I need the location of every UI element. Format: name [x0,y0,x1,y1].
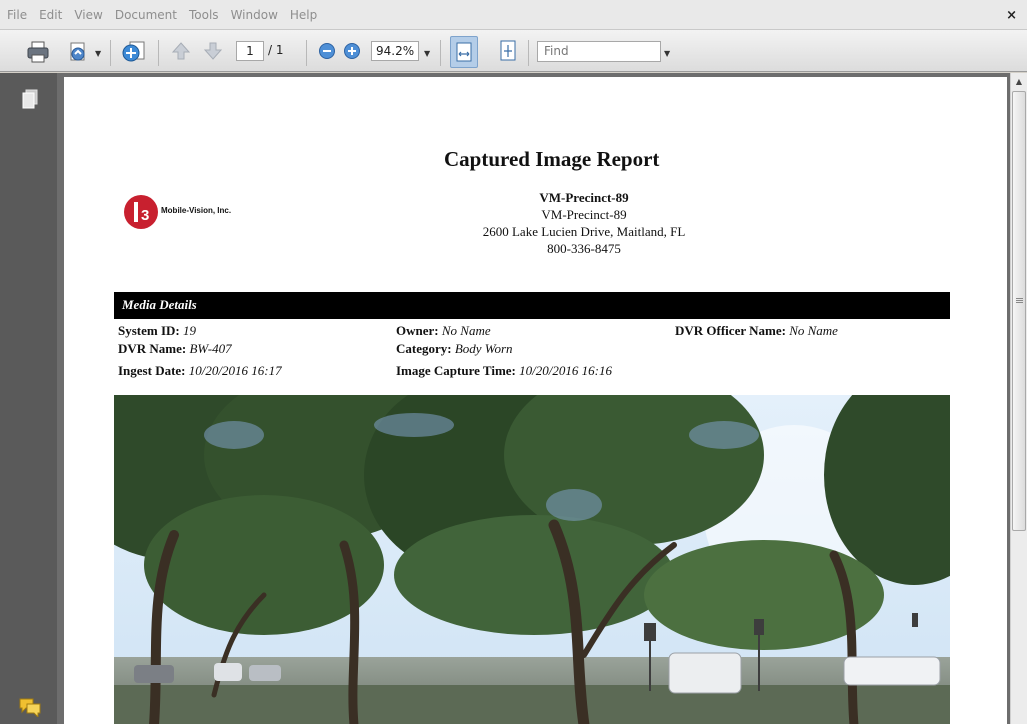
field-label: Ingest Date: [118,363,186,378]
vertical-scrollbar[interactable]: ▲ [1010,73,1027,724]
menu-bar: File Edit View Document Tools Window Hel… [0,0,1027,30]
agency-phone: 800-336-8475 [547,241,621,256]
agency-name: VM-Precinct-89 [539,190,629,205]
l3-logo-icon: 3 [124,195,158,229]
menu-tools[interactable]: Tools [189,8,219,22]
agency-address: 2600 Lake Lucien Drive, Maitland, FL [482,224,686,239]
zoom-in-icon[interactable] [343,42,361,60]
menu-view[interactable]: View [74,8,102,22]
field-value: Body Worn [454,341,513,356]
close-icon[interactable]: × [1006,8,1017,23]
toolbar-divider [110,40,111,66]
grip-icon [1016,298,1023,299]
previous-page-icon[interactable] [170,40,192,62]
pdf-page: 3 Mobile-Vision, Inc. Captured Image Rep… [64,77,1007,724]
find-input[interactable]: Find [537,41,661,62]
chevron-down-icon[interactable]: ▼ [664,49,670,58]
ingest-date-field: Ingest Date: 10/20/2016 16:17 [118,363,282,379]
company-logo: 3 Mobile-Vision, Inc. [122,192,292,232]
field-value: BW-407 [189,341,232,356]
chevron-down-icon[interactable]: ▼ [95,49,101,58]
field-value: No Name [441,323,491,338]
toolbar-divider [306,40,307,66]
report-title: Captured Image Report [444,147,660,171]
chevron-down-icon[interactable]: ▼ [424,49,430,58]
fit-page-icon[interactable] [497,38,519,64]
field-label: Category: [396,341,452,356]
zoom-out-icon[interactable] [318,42,336,60]
comments-icon[interactable] [19,697,41,719]
toolbar-divider [158,40,159,66]
field-label: Owner: [396,323,439,338]
next-page-icon[interactable] [202,40,224,62]
menu-help[interactable]: Help [290,8,317,22]
section-title: Media Details [122,297,197,312]
menu-window[interactable]: Window [231,8,278,22]
field-value: 10/20/2016 16:17 [188,363,282,378]
scroll-up-arrow-icon[interactable]: ▲ [1011,73,1027,89]
field-value: 19 [183,323,196,338]
toolbar-divider [528,40,529,66]
zoom-level-input[interactable]: 94.2% [371,41,419,61]
agency-address-block: VM-Precinct-89 VM-Precinct-89 2600 Lake … [404,189,764,257]
system-id-field: System ID: 19 [118,323,196,339]
fit-width-icon[interactable] [450,36,478,68]
toolbar-divider [440,40,441,66]
agency-subname: VM-Precinct-89 [541,207,627,222]
dvr-officer-field: DVR Officer Name: No Name [675,323,838,339]
captured-image [114,395,950,724]
field-label: DVR Name: [118,341,187,356]
field-value: 10/20/2016 16:16 [519,363,612,378]
pages-icon[interactable] [22,89,38,109]
field-label: System ID: [118,323,180,338]
logo-text: Mobile-Vision, Inc. [161,206,232,215]
category-field: Category: Body Worn [396,341,513,357]
print-icon[interactable] [26,40,50,64]
dvr-name-field: DVR Name: BW-407 [118,341,232,357]
svg-text:3: 3 [141,207,149,224]
menu-edit[interactable]: Edit [39,8,62,22]
owner-field: Owner: No Name [396,323,491,339]
create-pdf-icon[interactable] [66,40,92,64]
menu-document[interactable]: Document [115,8,177,22]
navigation-panel [0,73,57,724]
page-number-input[interactable]: 1 [236,41,264,61]
field-label: DVR Officer Name: [675,323,786,338]
field-label: Image Capture Time: [396,363,516,378]
scrollbar-thumb[interactable] [1012,91,1026,531]
media-details-header: Media Details [114,292,950,319]
share-icon[interactable] [120,38,148,66]
field-value: No Name [789,323,838,338]
page-total-label: / 1 [268,43,284,57]
capture-time-field: Image Capture Time: 10/20/2016 16:16 [396,363,612,379]
menu-file[interactable]: File [7,8,27,22]
